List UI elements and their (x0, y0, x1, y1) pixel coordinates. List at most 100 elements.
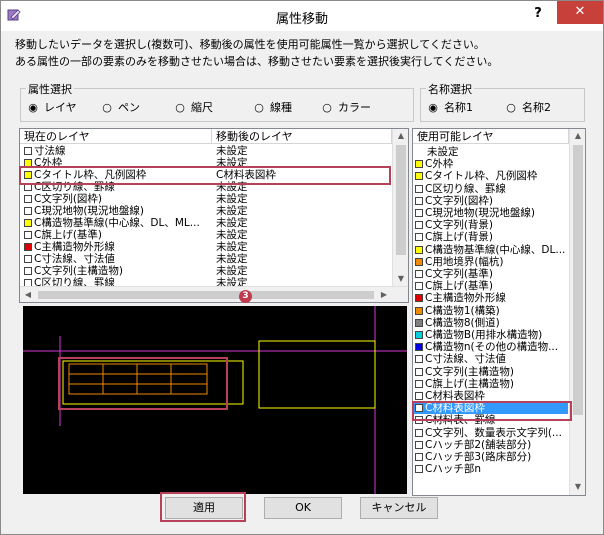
target-layer: 未設定 (216, 241, 248, 253)
scrollbar-thumb[interactable] (396, 145, 406, 255)
target-layer: 未設定 (216, 265, 248, 277)
list-item[interactable]: C旗上げ(背景) (413, 231, 568, 243)
selected-row-highlight-frame (19, 166, 391, 185)
list-item[interactable]: C区切り線、罫線 (413, 183, 568, 195)
layer-color-swatch (415, 306, 423, 315)
radio-layer[interactable]: ◉ レイヤ (28, 99, 76, 115)
list-item[interactable]: C寸法線、寸法値 (413, 353, 568, 365)
horizontal-scrollbar[interactable]: ◀ ▶ (20, 286, 408, 302)
current-layer-list[interactable]: 現在のレイヤ 移動後のレイヤ 寸法線 未設定 C外枠 未設定 Cタイトル枠、凡例図枠 C材… (19, 128, 409, 303)
scroll-up-icon[interactable]: ▲ (393, 129, 408, 143)
list-item[interactable]: C旗上げ(基準) (413, 280, 568, 292)
radio-pen[interactable]: ○ ペン (102, 99, 140, 115)
scrollbar-thumb[interactable] (573, 145, 583, 415)
layer-color-swatch (415, 245, 423, 254)
layer-color-swatch (415, 282, 423, 291)
layer-name: C構造物n(その他の構造物... (425, 341, 559, 354)
help-button[interactable]: ? (527, 4, 549, 24)
list-item[interactable]: C文字列、数量表示文字列(... (413, 427, 568, 439)
radio-name1[interactable]: ◉ 名称1 (428, 99, 473, 115)
close-button[interactable]: ✕ (557, 1, 603, 24)
layer-color-swatch (415, 160, 423, 169)
column-header-available-layer[interactable]: 使用可能レイヤ (413, 129, 569, 144)
list-item[interactable]: C文字列(背景) (413, 219, 568, 231)
scroll-up-icon[interactable]: ▲ (570, 129, 585, 143)
layer-color-swatch (415, 270, 423, 278)
list-item[interactable]: C構造物基準線(中心線、DL... (413, 244, 568, 256)
radio-linetype[interactable]: ○ 線種 (254, 99, 292, 115)
layer-color-swatch (415, 355, 423, 364)
list-item[interactable]: C文字列(主構造物) (413, 366, 568, 378)
layer-color-swatch (415, 318, 423, 327)
vertical-scrollbar[interactable]: ▲ ▼ (569, 129, 585, 495)
list-item[interactable]: C構造物1(構築) (413, 305, 568, 317)
ok-button[interactable]: OK (264, 497, 342, 519)
table-row[interactable]: C文字列(主構造物) 未設定 (20, 265, 392, 277)
list-item[interactable]: Cハッチ部2(舗装部分) (413, 439, 568, 451)
table-row[interactable]: C旗上げ(基準) 未設定 (20, 229, 392, 241)
name-select-label: 名称選択 (426, 81, 474, 97)
table-row[interactable]: C主構造物外形線 未設定 (20, 241, 392, 253)
list-item[interactable]: C構造物n(その他の構造物... (413, 341, 568, 353)
radio-unchecked-icon: ○ (175, 101, 185, 114)
list-item[interactable]: C構造物B(用排水構造物) (413, 329, 568, 341)
table-row[interactable]: C現況地物(現況地盤線) 未設定 (20, 205, 392, 217)
radio-unchecked-icon: ○ (254, 101, 264, 114)
list-item[interactable]: 未設定 (413, 146, 568, 158)
layer-name: C旗上げ(基準) (425, 280, 494, 293)
layer-color-swatch (24, 207, 32, 215)
list-item[interactable]: C現況地物(現況地盤線) (413, 207, 568, 219)
target-layer: 未設定 (216, 205, 248, 217)
layer-name: C構造物基準線(中心線、DL... (425, 243, 566, 256)
layer-color-swatch (415, 367, 423, 376)
layer-name: C文字列(図枠) (425, 194, 494, 207)
attribute-move-dialog: 属性移動 ? ✕ 移動したいデータを選択し(複数可)、移動後の属性を使用可能属性… (0, 0, 604, 535)
layer-color-swatch (24, 195, 32, 203)
layer-color-swatch (415, 465, 423, 474)
list-item[interactable]: C主構造物外形線 (413, 292, 568, 304)
scroll-down-icon[interactable]: ▼ (393, 272, 408, 286)
layer-name: C現況地物(現況地盤線) (34, 205, 145, 217)
radio-color[interactable]: ○ カラー (322, 99, 371, 115)
available-layer-list[interactable]: 使用可能レイヤ 未設定 C外枠 Cタイトル枠、凡例図枠 C区切り線、罫線 C文字列(図枠… (412, 128, 586, 496)
list-item[interactable]: C外枠 (413, 158, 568, 170)
vertical-scrollbar[interactable]: ▲ ▼ (392, 129, 408, 286)
cancel-button[interactable]: キャンセル (360, 497, 438, 519)
table-row[interactable]: C構造物基準線(中心線、DL、ML... 未設定 (20, 217, 392, 229)
layer-color-swatch (415, 233, 423, 242)
table-row[interactable]: C文字列(図枠) 未設定 (20, 193, 392, 205)
list-item[interactable]: Cタイトル枠、凡例図枠 (413, 170, 568, 182)
scroll-left-icon[interactable]: ◀ (20, 288, 36, 302)
list-item[interactable]: C構造物8(側道) (413, 317, 568, 329)
description-line-2: ある属性の一部の要素のみを移動させたい場合は、移動させたい要素を選択後実行してく… (15, 55, 499, 68)
column-header-target-layer[interactable]: 移動後のレイヤ (212, 129, 392, 144)
list-item[interactable]: C旗上げ(主構造物) (413, 378, 568, 390)
scrollbar-thumb[interactable] (38, 291, 374, 299)
list-item[interactable]: C用地境界(幅杭) (413, 256, 568, 268)
layer-color-swatch (415, 221, 423, 230)
radio-scale[interactable]: ○ 縮尺 (175, 99, 213, 115)
layer-name: C寸法線、寸法値 (34, 253, 115, 265)
scroll-down-icon[interactable]: ▼ (570, 480, 585, 494)
radio-unchecked-icon: ○ (102, 101, 112, 114)
list-item[interactable]: C文字列(図枠) (413, 195, 568, 207)
column-header-current-layer[interactable]: 現在のレイヤ (20, 129, 212, 144)
scroll-right-icon[interactable]: ▶ (376, 288, 392, 302)
layer-name: C現況地物(現況地盤線) (425, 207, 536, 219)
title-bar[interactable]: 属性移動 ? ✕ (1, 1, 603, 31)
layer-name: C文字列(背景) (425, 219, 494, 232)
layer-color-swatch (24, 267, 32, 275)
layer-color-swatch (24, 147, 32, 155)
layer-color-swatch (415, 440, 423, 449)
layer-name: C構造物B(用排水構造物) (425, 329, 543, 341)
target-layer: 未設定 (216, 229, 248, 241)
list-item[interactable]: C文字列(基準) (413, 268, 568, 280)
radio-name2[interactable]: ○ 名称2 (506, 99, 551, 115)
list-item[interactable]: Cハッチ部3(路床部分) (413, 451, 568, 463)
step-badge: 3 (239, 290, 252, 303)
list-item[interactable]: Cハッチ部n (413, 463, 568, 475)
table-row[interactable]: 寸法線 未設定 (20, 145, 392, 157)
layer-name: C主構造物外形線 (425, 292, 506, 305)
table-row[interactable]: C寸法線、寸法値 未設定 (20, 253, 392, 265)
radio-unchecked-icon: ○ (322, 101, 332, 114)
